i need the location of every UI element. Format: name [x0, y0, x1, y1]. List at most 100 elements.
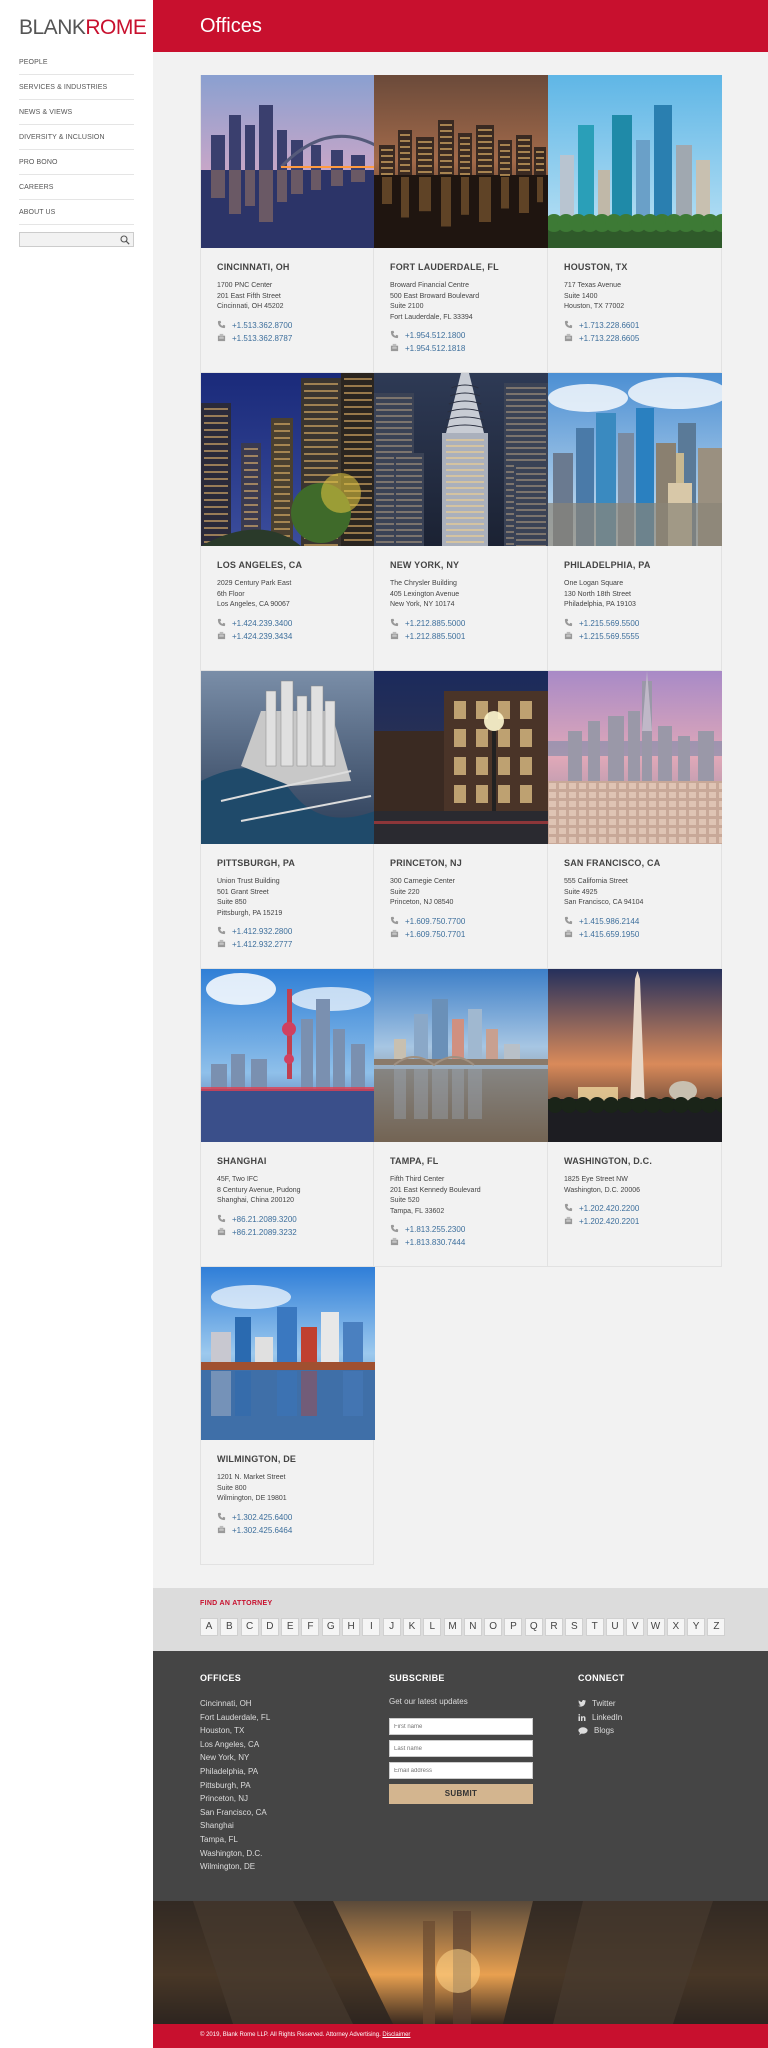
- letter-filter-d[interactable]: D: [260, 1618, 279, 1636]
- office-card[interactable]: NEW YORK, NY The Chrysler Building 405 Le…: [374, 373, 548, 671]
- office-card[interactable]: LOS ANGELES, CA 2029 Century Park East 6t…: [200, 373, 375, 671]
- philadelphia-skyline-image[interactable]: [548, 373, 722, 546]
- office-phone[interactable]: +86.21.2089.3200: [217, 1212, 357, 1225]
- office-card[interactable]: SHANGHAI 45F, Two IFC 8 Century Avenue, P…: [200, 969, 375, 1267]
- fax-number[interactable]: +1.954.512.1818: [405, 342, 465, 355]
- office-card[interactable]: HOUSTON, TX 717 Texas Avenue Suite 1400 Ho…: [548, 75, 722, 373]
- linkedin-link[interactable]: LinkedIn: [578, 1711, 625, 1725]
- letter-filter-n[interactable]: N: [463, 1618, 482, 1636]
- letter-filter-p[interactable]: P: [504, 1618, 523, 1636]
- letter-filter-w[interactable]: W: [646, 1618, 665, 1636]
- footer-office-link[interactable]: Washington, D.C.: [200, 1847, 270, 1861]
- office-city[interactable]: NEW YORK, NY: [390, 560, 531, 570]
- office-phone[interactable]: +1.415.986.2144: [564, 914, 705, 927]
- office-fax[interactable]: +1.302.425.6464: [217, 1523, 357, 1536]
- phone-number[interactable]: +86.21.2089.3200: [232, 1213, 297, 1226]
- letter-filter-e[interactable]: E: [281, 1618, 300, 1636]
- phone-number[interactable]: +1.813.255.2300: [405, 1223, 465, 1236]
- office-phone[interactable]: +1.212.885.5000: [390, 616, 531, 629]
- footer-office-link[interactable]: Princeton, NJ: [200, 1792, 270, 1806]
- office-fax[interactable]: +1.609.750.7701: [390, 927, 531, 940]
- letter-filter-m[interactable]: M: [443, 1618, 462, 1636]
- office-city[interactable]: PITTSBURGH, PA: [217, 858, 357, 868]
- office-card[interactable]: CINCINNATI, OH 1700 PNC Center 201 East F…: [200, 75, 375, 373]
- email-field[interactable]: [389, 1762, 533, 1779]
- letter-filter-v[interactable]: V: [626, 1618, 645, 1636]
- letter-filter-s[interactable]: S: [565, 1618, 584, 1636]
- phone-number[interactable]: +1.302.425.6400: [232, 1511, 292, 1524]
- office-phone[interactable]: +1.412.932.2800: [217, 924, 357, 937]
- submit-button[interactable]: SUBMIT: [389, 1784, 533, 1804]
- cincinnati-skyline-image[interactable]: [201, 75, 375, 248]
- phone-number[interactable]: +1.713.228.6601: [579, 319, 639, 332]
- letter-filter-f[interactable]: F: [301, 1618, 320, 1636]
- disclaimer-link[interactable]: Disclaimer: [382, 2032, 410, 2038]
- office-phone[interactable]: +1.302.425.6400: [217, 1510, 357, 1523]
- nav-item-about-us[interactable]: ABOUT US: [19, 200, 134, 225]
- los-angeles-skyline-image[interactable]: [201, 373, 375, 546]
- office-fax[interactable]: +86.21.2089.3232: [217, 1225, 357, 1238]
- letter-filter-q[interactable]: Q: [524, 1618, 543, 1636]
- blogs-link[interactable]: Blogs: [578, 1724, 625, 1738]
- pittsburgh-aerial-image[interactable]: [201, 671, 375, 844]
- office-fax[interactable]: +1.215.569.5555: [564, 629, 705, 642]
- nav-item-pro-bono[interactable]: PRO BONO: [19, 150, 134, 175]
- office-phone[interactable]: +1.424.239.3400: [217, 616, 357, 629]
- fax-number[interactable]: +1.215.569.5555: [579, 630, 639, 643]
- letter-filter-i[interactable]: I: [362, 1618, 381, 1636]
- fax-number[interactable]: +1.302.425.6464: [232, 1524, 292, 1537]
- nav-item-news-views[interactable]: NEWS & VIEWS: [19, 100, 134, 125]
- office-city[interactable]: LOS ANGELES, CA: [217, 560, 357, 570]
- office-card[interactable]: WILMINGTON, DE 1201 N. Market Street Suit…: [200, 1267, 375, 1565]
- letter-filter-o[interactable]: O: [484, 1618, 503, 1636]
- letter-filter-r[interactable]: R: [545, 1618, 564, 1636]
- phone-number[interactable]: +1.954.512.1800: [405, 329, 465, 342]
- footer-office-link[interactable]: New York, NY: [200, 1751, 270, 1765]
- letter-filter-a[interactable]: A: [200, 1618, 218, 1636]
- phone-number[interactable]: +1.412.932.2800: [232, 925, 292, 938]
- office-phone[interactable]: +1.202.420.2200: [564, 1201, 705, 1214]
- fort-lauderdale-skyline-image[interactable]: [374, 75, 548, 248]
- footer-office-link[interactable]: San Francisco, CA: [200, 1806, 270, 1820]
- nav-item-careers[interactable]: CAREERS: [19, 175, 134, 200]
- footer-office-link[interactable]: Cincinnati, OH: [200, 1697, 270, 1711]
- office-phone[interactable]: +1.215.569.5500: [564, 616, 705, 629]
- twitter-link[interactable]: Twitter: [578, 1697, 625, 1711]
- letter-filter-l[interactable]: L: [423, 1618, 442, 1636]
- office-city[interactable]: PRINCETON, NJ: [390, 858, 531, 868]
- office-fax[interactable]: +1.513.362.8787: [217, 331, 357, 344]
- phone-number[interactable]: +1.424.239.3400: [232, 617, 292, 630]
- letter-filter-g[interactable]: G: [321, 1618, 340, 1636]
- office-phone[interactable]: +1.713.228.6601: [564, 318, 705, 331]
- office-card[interactable]: PRINCETON, NJ 300 Carnegie Center Suite 2…: [374, 671, 548, 969]
- letter-filter-y[interactable]: Y: [687, 1618, 706, 1636]
- first-name-field[interactable]: [389, 1718, 533, 1735]
- nav-item-services-industries[interactable]: SERVICES & INDUSTRIES: [19, 75, 134, 100]
- office-phone[interactable]: +1.609.750.7700: [390, 914, 531, 927]
- office-fax[interactable]: +1.415.659.1950: [564, 927, 705, 940]
- fax-number[interactable]: +86.21.2089.3232: [232, 1226, 297, 1239]
- footer-office-link[interactable]: Los Angeles, CA: [200, 1738, 270, 1752]
- office-phone[interactable]: +1.513.362.8700: [217, 318, 357, 331]
- footer-office-link[interactable]: Pittsburgh, PA: [200, 1779, 270, 1793]
- office-fax[interactable]: +1.202.420.2201: [564, 1214, 705, 1227]
- fax-number[interactable]: +1.424.239.3434: [232, 630, 292, 643]
- houston-skyline-image[interactable]: [548, 75, 722, 248]
- princeton-street-image[interactable]: [374, 671, 548, 844]
- letter-filter-t[interactable]: T: [585, 1618, 604, 1636]
- letter-filter-k[interactable]: K: [402, 1618, 421, 1636]
- footer-office-link[interactable]: Houston, TX: [200, 1724, 270, 1738]
- nav-item-people[interactable]: PEOPLE: [19, 50, 134, 75]
- fax-number[interactable]: +1.412.932.2777: [232, 938, 292, 951]
- office-phone[interactable]: +1.813.255.2300: [390, 1222, 531, 1235]
- search-input[interactable]: [19, 232, 134, 247]
- office-card[interactable]: PHILADELPHIA, PA One Logan Square 130 Nor…: [548, 373, 722, 671]
- san-francisco-skyline-image[interactable]: [548, 671, 722, 844]
- office-card[interactable]: SAN FRANCISCO, CA 555 California Street S…: [548, 671, 722, 969]
- blank-rome-logo[interactable]: BLANKROME: [19, 16, 147, 40]
- fax-number[interactable]: +1.713.228.6605: [579, 332, 639, 345]
- footer-office-link[interactable]: Shanghai: [200, 1819, 270, 1833]
- office-phone[interactable]: +1.954.512.1800: [390, 328, 531, 341]
- wilmington-skyline-image[interactable]: [201, 1267, 375, 1440]
- letter-filter-u[interactable]: U: [605, 1618, 624, 1636]
